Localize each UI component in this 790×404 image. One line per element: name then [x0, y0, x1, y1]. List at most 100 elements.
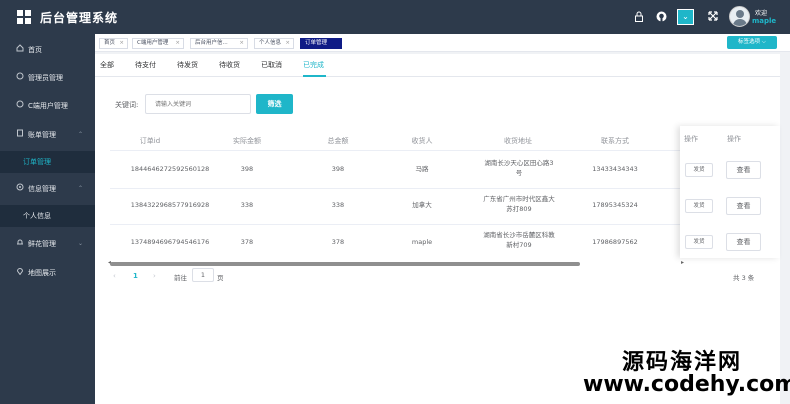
active-tab-indicator — [303, 75, 326, 77]
sidebar-item-label: C端用户管理 — [28, 102, 68, 110]
welcome-text: 欢迎 — [755, 10, 768, 17]
address-cell: 湖南长沙天心区田心路3号 — [484, 159, 554, 177]
phone-cell: 17895345324 — [592, 201, 638, 209]
col-header-operation: 操作 — [727, 135, 741, 143]
tab-to-ship[interactable]: 待发货 — [177, 60, 198, 70]
sidebar-item-bills[interactable]: 账单管理 ⌃ — [0, 125, 95, 145]
total-amount-cell: 398 — [331, 165, 345, 173]
col-header-actual: 实际金额 — [233, 137, 261, 145]
tag-label: 后台用户信... — [195, 40, 228, 46]
close-icon[interactable]: × — [119, 39, 124, 48]
sidebar-item-label: 信息管理 — [28, 185, 56, 193]
receiver-cell: 马路 — [415, 165, 429, 173]
filter-button[interactable]: 筛选 — [256, 94, 293, 114]
username[interactable]: maple — [752, 17, 776, 25]
sidebar-item-label: 管理员管理 — [28, 74, 63, 82]
home-icon — [15, 40, 25, 60]
bill-icon — [15, 125, 25, 145]
sidebar: 首页 管理员管理 C端用户管理 账单管理 ⌃ 订单管理 信息管理 ⌃ 个人信息 — [0, 34, 95, 404]
tab-unpaid[interactable]: 待支付 — [135, 60, 156, 70]
sidebar-item-label: 首页 — [28, 46, 42, 54]
view-button[interactable]: 查看 — [726, 197, 761, 215]
sidebar-item-label: 账单管理 — [28, 131, 56, 139]
sidebar-item-c-users[interactable]: C端用户管理 — [0, 96, 95, 116]
close-icon[interactable]: × — [239, 39, 244, 48]
tab-all[interactable]: 全部 — [100, 60, 114, 70]
col-header-phone: 联系方式 — [601, 137, 629, 145]
watermark-url: www.codehy.com — [583, 372, 790, 397]
chevron-up-icon: ⌃ — [78, 131, 84, 138]
sidebar-item-label: 鲜花管理 — [28, 240, 56, 248]
total-count: 共 3 条 — [733, 274, 755, 282]
sidebar-item-flowers[interactable]: 鲜花管理 ⌄ — [0, 234, 95, 254]
tag-profile[interactable]: 个人信息 × — [254, 38, 294, 49]
horizontal-scrollbar[interactable] — [110, 262, 580, 266]
tag-home[interactable]: 首页 × — [99, 38, 128, 49]
address-cell: 湖南省长沙市岳麓区科教新村709 — [483, 231, 555, 249]
scroll-right-icon[interactable]: ▸ — [681, 259, 684, 266]
ship-button[interactable]: 发货 — [685, 163, 713, 177]
address-cell: 广东省广州市时代区鑫大苏打809 — [483, 195, 555, 213]
tab-cancelled[interactable]: 已取消 — [261, 60, 282, 70]
actual-amount-cell: 398 — [240, 165, 254, 173]
grid-logo-icon — [17, 10, 31, 24]
tag-label: 订单管理 — [305, 40, 328, 46]
sidebar-item-profile[interactable]: 个人信息 — [0, 205, 95, 227]
actual-amount-cell: 338 — [240, 201, 254, 209]
tab-shipped[interactable]: 待收货 — [219, 60, 240, 70]
ship-button[interactable]: 发货 — [685, 199, 713, 213]
tabs-divider — [95, 76, 780, 77]
sidebar-item-map[interactable]: 地图展示 — [0, 263, 95, 283]
prev-page-button[interactable]: ‹ — [113, 272, 116, 280]
tag-label: C端用户管理 — [137, 40, 169, 46]
tag-options-button[interactable]: 标签选项 ⌵ — [727, 36, 777, 49]
view-button[interactable]: 查看 — [726, 161, 761, 179]
col-header-order-id: 订单id — [139, 137, 161, 145]
sidebar-item-label: 地图展示 — [28, 269, 56, 277]
view-button[interactable]: 查看 — [726, 233, 761, 251]
fixed-operations-column: 操作 操作 发货 查看 发货 查看 发货 查看 — [680, 126, 780, 258]
total-amount-cell: 338 — [331, 201, 345, 209]
goto-label: 前往 — [174, 274, 187, 282]
page-suffix: 页 — [217, 274, 224, 282]
row-divider — [110, 150, 680, 151]
map-pin-icon — [15, 263, 25, 283]
ship-button[interactable]: 发货 — [685, 235, 713, 249]
keyword-input[interactable] — [145, 94, 251, 114]
fullscreen-icon[interactable] — [707, 11, 719, 23]
receiver-cell: maple — [411, 238, 433, 246]
dropdown-icon[interactable]: ⌄ — [677, 9, 694, 25]
keyword-label: 关键词: — [115, 101, 139, 109]
sidebar-item-label: 订单管理 — [23, 158, 51, 166]
sidebar-item-admin[interactable]: 管理员管理 — [0, 68, 95, 88]
sidebar-item-info[interactable]: 信息管理 ⌃ — [0, 179, 95, 199]
lock-icon[interactable] — [633, 11, 645, 23]
top-header: 后台管理系统 ⌄ 欢迎 maple — [0, 0, 790, 34]
tag-label: 个人信息 — [259, 40, 282, 46]
tag-orders[interactable]: 订单管理 — [300, 38, 342, 49]
github-icon[interactable] — [655, 11, 667, 23]
tags-bar: 首页 × C端用户管理 × 后台用户信... × 个人信息 × 订单管理 — [95, 34, 790, 52]
col-header-receiver: 收货人 — [411, 137, 433, 145]
phone-cell: 13433434343 — [592, 165, 638, 173]
col-header-operation: 操作 — [684, 135, 698, 143]
row-divider — [110, 224, 680, 225]
sidebar-item-orders[interactable]: 订单管理 — [0, 151, 95, 173]
chevron-up-icon: ⌃ — [78, 185, 84, 192]
next-page-button[interactable]: › — [153, 272, 156, 280]
col-header-total: 总金额 — [327, 137, 349, 145]
sidebar-item-home[interactable]: 首页 — [0, 40, 95, 60]
close-icon[interactable]: × — [285, 39, 290, 48]
tab-completed[interactable]: 已完成 — [303, 60, 324, 70]
row-divider — [110, 188, 680, 189]
avatar[interactable] — [729, 6, 750, 27]
close-icon[interactable]: × — [175, 39, 180, 48]
tag-admin-users[interactable]: 后台用户信... × — [190, 38, 248, 49]
tag-label: 首页 — [104, 40, 116, 46]
tag-c-users[interactable]: C端用户管理 × — [132, 38, 184, 49]
bell-icon — [15, 234, 25, 254]
page-number-current[interactable]: 1 — [133, 272, 138, 280]
goto-page-input[interactable]: 1 — [192, 268, 214, 282]
col-header-address: 收货地址 — [504, 137, 532, 145]
info-icon — [15, 179, 25, 199]
